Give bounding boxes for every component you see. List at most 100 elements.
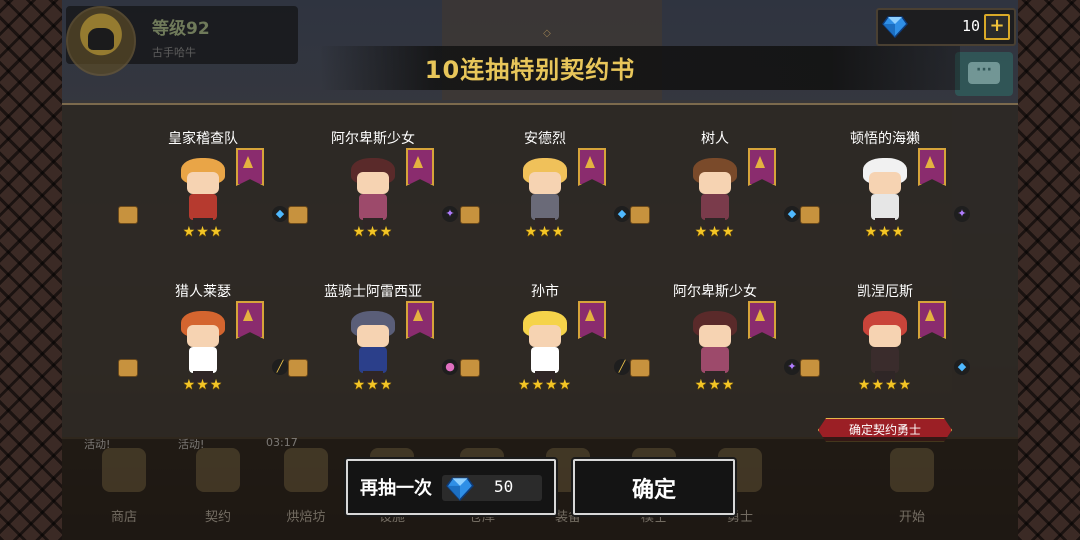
chat-icon: ··· <box>968 62 1000 84</box>
hero-sprite <box>515 158 575 230</box>
nav-item[interactable]: 活动! 商店 <box>84 438 164 525</box>
hero-sprite <box>855 311 915 383</box>
hero-body <box>531 347 559 373</box>
hero-slot[interactable]: 皇家稽查队 ◆ ★★★ <box>118 128 288 276</box>
rarity-banner-icon <box>578 301 606 339</box>
nav-label: 契约 <box>204 510 231 525</box>
rarity-banner-icon <box>236 301 264 339</box>
hero-face <box>869 325 901 347</box>
nav-badge: 03:17 <box>266 436 298 449</box>
hero-face <box>869 172 901 194</box>
scroll-icon <box>630 206 650 224</box>
player-level: 等级92 <box>152 19 210 39</box>
confirm-button[interactable]: 确定 <box>573 459 735 515</box>
hero-slot[interactable]: 阿尔卑斯少女 ✦ ★★★ <box>630 281 800 429</box>
star-rating: ★★★ <box>694 224 736 240</box>
star-rating: ★★★ <box>182 377 224 393</box>
nav-label: 开始 <box>898 510 925 525</box>
hero-body <box>871 194 899 220</box>
hero-face <box>529 325 561 347</box>
weapon-type-icon: ✦ <box>442 206 458 222</box>
hero-name: 安德烈 <box>524 131 566 147</box>
hero-slot[interactable]: 树人 ◆ ★★★ <box>630 128 800 276</box>
hero-name: 孙市 <box>531 284 559 300</box>
nav-item[interactable]: 03:17 烘焙坊 <box>266 436 346 525</box>
star-rating: ★★★ <box>524 224 566 240</box>
player-name: 古手哈牛 <box>152 46 196 59</box>
star-rating: ★★★★ <box>857 377 913 393</box>
hero-body <box>189 194 217 220</box>
player-profile[interactable]: 等级92 古手哈牛 <box>66 6 298 76</box>
star-rating: ★★★ <box>352 224 394 240</box>
gem-icon <box>446 477 474 502</box>
nav-label: 烘焙坊 <box>286 510 326 525</box>
hero-body <box>531 194 559 220</box>
rarity-banner-icon <box>406 301 434 339</box>
hero-name: 凯涅厄斯 <box>857 284 913 300</box>
redraw-cost: 50 <box>494 477 514 496</box>
nav-label: 商店 <box>110 510 137 525</box>
avatar <box>66 6 136 76</box>
star-rating: ★★★ <box>864 224 906 240</box>
scroll-icon <box>800 206 820 224</box>
hero-slot[interactable]: 安德烈 ◆ ★★★ <box>460 128 630 276</box>
hero-face <box>187 325 219 347</box>
hero-slot[interactable]: 顿悟的海獭 ✦ ★★★ <box>800 128 970 276</box>
hero-slot[interactable]: 蓝骑士阿雷西亚 ● ★★★ <box>288 281 458 429</box>
hero-sprite <box>515 311 575 383</box>
add-gems-button[interactable]: + <box>984 14 1010 40</box>
redraw-button[interactable]: 再抽一次 50 <box>346 459 556 515</box>
rarity-banner-icon <box>748 148 776 186</box>
weapon-type-icon: ◆ <box>784 206 800 222</box>
nav-item[interactable]: 活动! 契约 <box>178 438 258 525</box>
scroll-icon <box>630 359 650 377</box>
hero-sprite <box>173 311 233 383</box>
chat-button[interactable]: ··· <box>955 52 1013 96</box>
hero-sprite <box>685 158 745 230</box>
scroll-icon <box>118 359 138 377</box>
confirm-label: 确定 <box>631 478 676 503</box>
hero-name: 阿尔卑斯少女 <box>331 131 415 147</box>
scroll-icon <box>800 359 820 377</box>
hero-name: 阿尔卑斯少女 <box>673 284 757 300</box>
hero-slot[interactable]: 孙市 ╱ ★★★★ <box>460 281 630 429</box>
page-title: 10连抽特别契约书 <box>424 56 636 84</box>
redraw-label: 再抽一次 <box>360 478 432 499</box>
star-rating: ★★★ <box>352 377 394 393</box>
weapon-type-icon: ◆ <box>954 359 970 375</box>
hero-slot[interactable]: 猎人莱瑟 ╱ ★★★ <box>118 281 288 429</box>
hero-name: 猎人莱瑟 <box>175 284 231 300</box>
hero-slot[interactable]: 阿尔卑斯少女 ✦ ★★★ <box>288 128 458 276</box>
hero-sprite <box>343 311 403 383</box>
scroll-icon <box>288 206 308 224</box>
weapon-type-icon: ╱ <box>614 359 630 375</box>
hero-body <box>359 347 387 373</box>
weapon-type-icon: ╱ <box>272 359 288 375</box>
hero-face <box>357 325 389 347</box>
hero-body <box>871 347 899 373</box>
nav-icon <box>102 448 146 492</box>
rarity-banner-icon <box>918 148 946 186</box>
scroll-icon <box>118 206 138 224</box>
rarity-banner-icon <box>406 148 434 186</box>
nav-icon <box>284 448 328 492</box>
scroll-icon <box>460 206 480 224</box>
nav-badge: 活动! <box>178 438 205 451</box>
hero-sprite <box>343 158 403 230</box>
scroll-icon <box>460 359 480 377</box>
star-rating: ★★★ <box>694 377 736 393</box>
title-ornament-icon: ◇ <box>543 28 551 39</box>
hero-face <box>357 172 389 194</box>
hero-name: 树人 <box>701 131 729 147</box>
nav-icon <box>890 448 934 492</box>
nav-item[interactable]: 开始 <box>872 448 952 525</box>
star-rating: ★★★ <box>182 224 224 240</box>
gem-counter: 10 + <box>876 8 1016 46</box>
hero-body <box>701 194 729 220</box>
hero-slot[interactable]: 凯涅厄斯 ◆ ★★★★ <box>800 281 970 429</box>
star-rating: ★★★★ <box>517 377 573 393</box>
left-lattice-border <box>0 0 64 540</box>
hero-name: 皇家稽查队 <box>168 131 238 147</box>
gem-icon <box>882 16 908 39</box>
hero-face <box>699 172 731 194</box>
